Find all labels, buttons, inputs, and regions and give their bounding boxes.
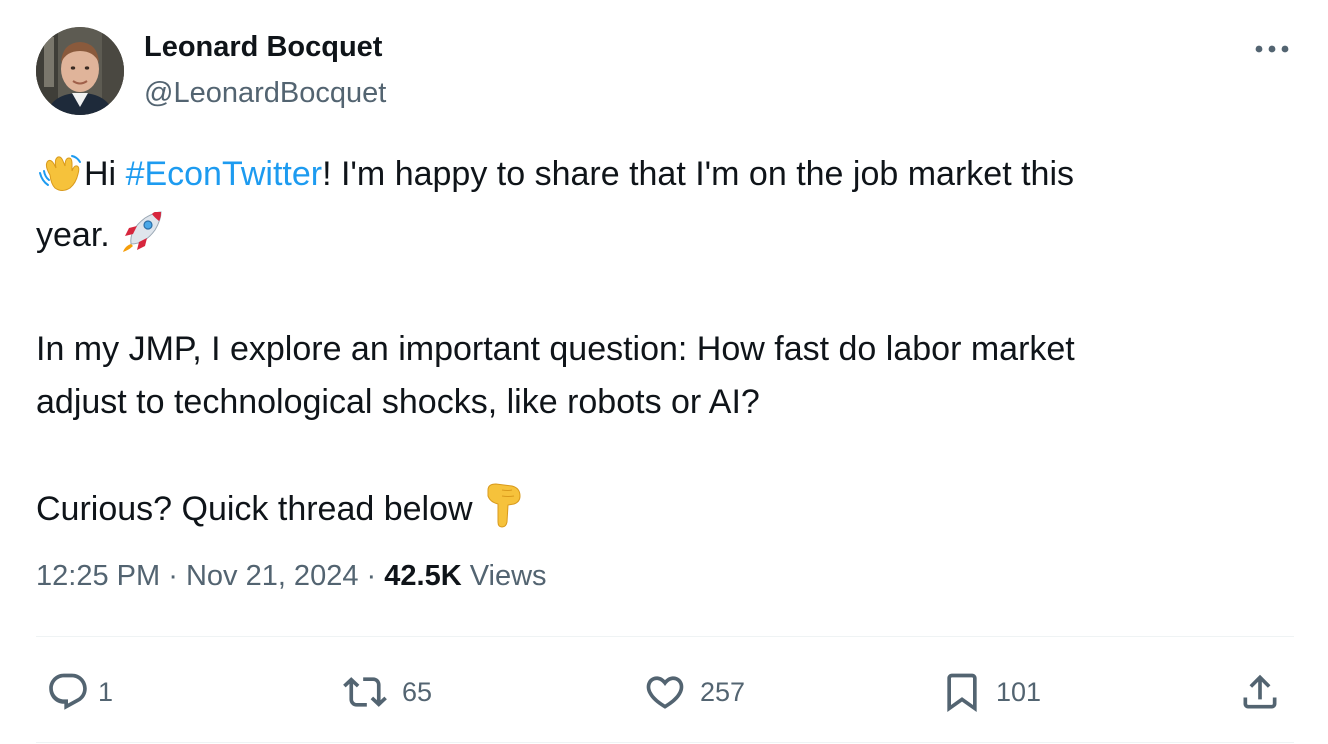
- views-label: Views: [469, 560, 547, 592]
- hashtag-link[interactable]: #EconTwitter: [126, 155, 323, 193]
- retweet-button[interactable]: 65: [340, 668, 432, 716]
- tweet-time[interactable]: 12:25 PM: [36, 560, 160, 592]
- tweet-meta: 12:25 PM · Nov 21, 2024 · 42.5K Views: [36, 560, 547, 593]
- tweet-line-1-prefix: Hi: [84, 155, 126, 193]
- meta-separator: ·: [366, 560, 377, 592]
- more-options-icon[interactable]: [1252, 34, 1292, 64]
- heart-icon: [646, 676, 684, 709]
- tweet-line-2: year.: [36, 209, 1276, 270]
- author-handle[interactable]: @LeonardBocquet: [144, 77, 386, 110]
- tweet-paragraph-2-line-1: In my JMP, I explore an important questi…: [36, 330, 1075, 368]
- retweet-icon: [343, 677, 387, 707]
- meta-separator: ·: [168, 560, 178, 592]
- tweet-paragraph-3-text: Curious? Quick thread below: [36, 490, 473, 528]
- like-button[interactable]: 257: [642, 668, 745, 716]
- waving-hand-emoji-icon: [36, 153, 84, 209]
- share-button[interactable]: [1238, 668, 1282, 716]
- author-name[interactable]: Leonard Bocquet: [144, 31, 382, 64]
- divider: [36, 742, 1294, 743]
- tweet-card: Leonard Bocquet @LeonardBocquet Hi #Econ…: [0, 0, 1328, 744]
- tweet-line-1: Hi #EconTwitter! I'm happy to share that…: [36, 148, 1276, 209]
- tweet-paragraph-3: Curious? Quick thread below: [36, 482, 1276, 544]
- pointing-down-emoji-icon: [482, 482, 524, 544]
- avatar[interactable]: [36, 27, 124, 115]
- divider: [36, 636, 1294, 637]
- bookmark-button[interactable]: 101: [940, 668, 1041, 716]
- tweet-date[interactable]: Nov 21, 2024: [186, 560, 359, 592]
- bookmark-count: 101: [996, 676, 1042, 707]
- tweet-text: Hi #EconTwitter! I'm happy to share that…: [36, 148, 1276, 544]
- reply-icon: [49, 673, 87, 710]
- retweet-count: 65: [402, 676, 433, 707]
- like-count: 257: [700, 676, 746, 707]
- share-icon: [1243, 674, 1277, 709]
- tweet-line-2-text: year.: [36, 216, 110, 254]
- views-count: 42.5K: [384, 560, 462, 592]
- bookmark-icon: [947, 673, 977, 713]
- tweet-line-1-suffix: ! I'm happy to share that I'm on the job…: [322, 155, 1074, 193]
- rocket-emoji-icon: [119, 210, 165, 270]
- reply-button[interactable]: 1: [46, 668, 113, 716]
- reply-count: 1: [98, 676, 114, 707]
- tweet-paragraph-2-line-2: adjust to technological shocks, like rob…: [36, 383, 760, 421]
